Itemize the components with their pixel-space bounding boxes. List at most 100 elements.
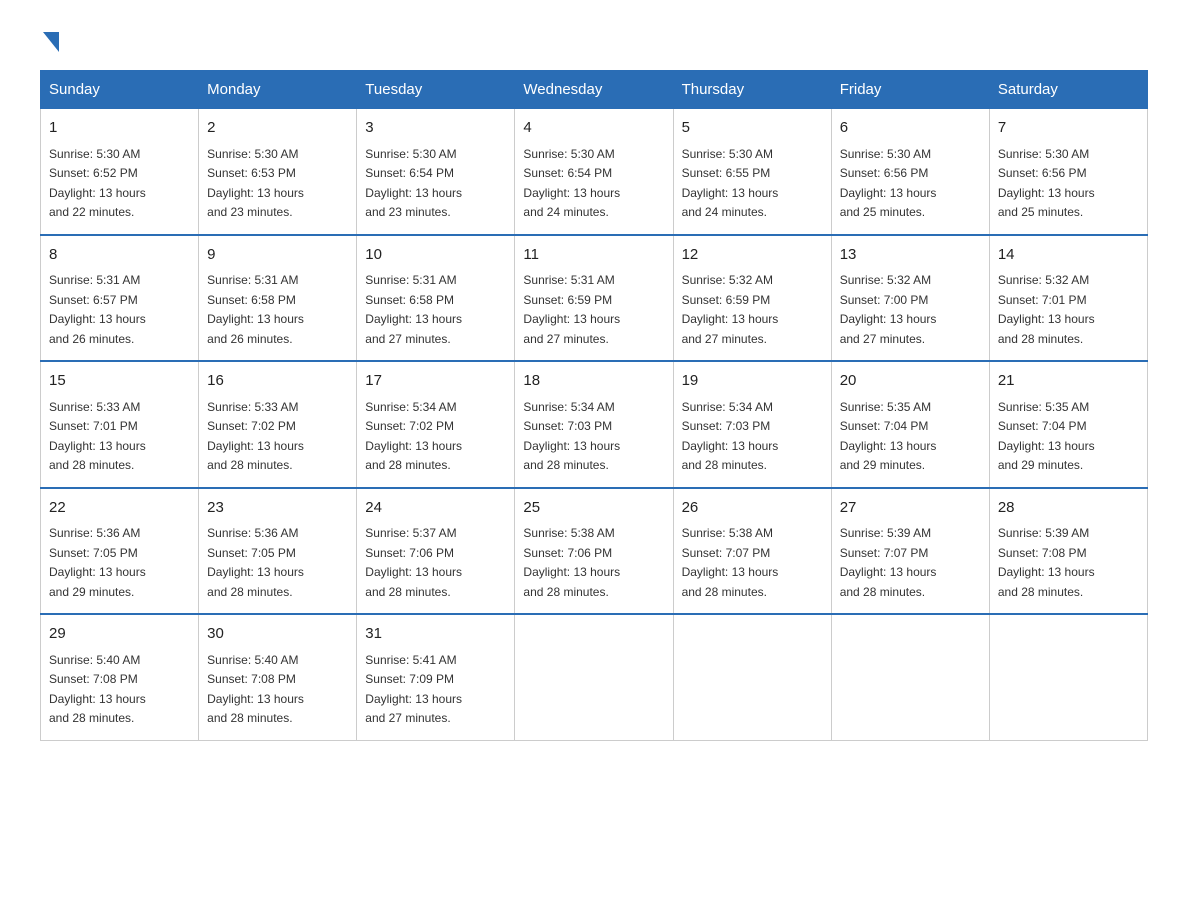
day-info: Sunrise: 5:39 AMSunset: 7:08 PMDaylight:… — [998, 526, 1095, 599]
calendar-cell: 14 Sunrise: 5:32 AMSunset: 7:01 PMDaylig… — [989, 235, 1147, 362]
calendar-week-1: 1 Sunrise: 5:30 AMSunset: 6:52 PMDayligh… — [41, 109, 1148, 235]
day-info: Sunrise: 5:34 AMSunset: 7:03 PMDaylight:… — [682, 400, 779, 473]
day-number: 18 — [523, 370, 664, 393]
calendar-cell: 30 Sunrise: 5:40 AMSunset: 7:08 PMDaylig… — [199, 614, 357, 740]
day-number: 14 — [998, 244, 1139, 267]
day-info: Sunrise: 5:30 AMSunset: 6:52 PMDaylight:… — [49, 147, 146, 220]
day-info: Sunrise: 5:30 AMSunset: 6:56 PMDaylight:… — [998, 147, 1095, 220]
day-number: 8 — [49, 244, 190, 267]
day-number: 17 — [365, 370, 506, 393]
day-info: Sunrise: 5:30 AMSunset: 6:54 PMDaylight:… — [523, 147, 620, 220]
day-info: Sunrise: 5:31 AMSunset: 6:58 PMDaylight:… — [365, 273, 462, 346]
day-number: 9 — [207, 244, 348, 267]
day-info: Sunrise: 5:32 AMSunset: 7:01 PMDaylight:… — [998, 273, 1095, 346]
day-info: Sunrise: 5:30 AMSunset: 6:53 PMDaylight:… — [207, 147, 304, 220]
calendar-cell: 12 Sunrise: 5:32 AMSunset: 6:59 PMDaylig… — [673, 235, 831, 362]
day-info: Sunrise: 5:32 AMSunset: 6:59 PMDaylight:… — [682, 273, 779, 346]
day-header-wednesday: Wednesday — [515, 71, 673, 109]
day-info: Sunrise: 5:35 AMSunset: 7:04 PMDaylight:… — [840, 400, 937, 473]
calendar-cell: 4 Sunrise: 5:30 AMSunset: 6:54 PMDayligh… — [515, 109, 673, 235]
day-info: Sunrise: 5:33 AMSunset: 7:02 PMDaylight:… — [207, 400, 304, 473]
day-info: Sunrise: 5:36 AMSunset: 7:05 PMDaylight:… — [49, 526, 146, 599]
page-header — [40, 30, 1148, 50]
day-info: Sunrise: 5:37 AMSunset: 7:06 PMDaylight:… — [365, 526, 462, 599]
day-header-sunday: Sunday — [41, 71, 199, 109]
day-number: 2 — [207, 117, 348, 140]
day-number: 4 — [523, 117, 664, 140]
calendar-cell: 9 Sunrise: 5:31 AMSunset: 6:58 PMDayligh… — [199, 235, 357, 362]
day-number: 6 — [840, 117, 981, 140]
day-number: 15 — [49, 370, 190, 393]
day-info: Sunrise: 5:40 AMSunset: 7:08 PMDaylight:… — [207, 653, 304, 726]
calendar-cell: 13 Sunrise: 5:32 AMSunset: 7:00 PMDaylig… — [831, 235, 989, 362]
day-number: 11 — [523, 244, 664, 267]
day-header-saturday: Saturday — [989, 71, 1147, 109]
calendar-cell: 29 Sunrise: 5:40 AMSunset: 7:08 PMDaylig… — [41, 614, 199, 740]
day-info: Sunrise: 5:30 AMSunset: 6:55 PMDaylight:… — [682, 147, 779, 220]
calendar-cell: 15 Sunrise: 5:33 AMSunset: 7:01 PMDaylig… — [41, 361, 199, 488]
calendar-week-4: 22 Sunrise: 5:36 AMSunset: 7:05 PMDaylig… — [41, 488, 1148, 615]
day-number: 3 — [365, 117, 506, 140]
day-number: 12 — [682, 244, 823, 267]
day-number: 19 — [682, 370, 823, 393]
day-number: 20 — [840, 370, 981, 393]
calendar-cell — [831, 614, 989, 740]
calendar-cell: 18 Sunrise: 5:34 AMSunset: 7:03 PMDaylig… — [515, 361, 673, 488]
calendar-cell: 26 Sunrise: 5:38 AMSunset: 7:07 PMDaylig… — [673, 488, 831, 615]
day-number: 25 — [523, 497, 664, 520]
day-info: Sunrise: 5:38 AMSunset: 7:07 PMDaylight:… — [682, 526, 779, 599]
calendar-cell: 6 Sunrise: 5:30 AMSunset: 6:56 PMDayligh… — [831, 109, 989, 235]
day-number: 27 — [840, 497, 981, 520]
day-number: 21 — [998, 370, 1139, 393]
calendar-cell: 5 Sunrise: 5:30 AMSunset: 6:55 PMDayligh… — [673, 109, 831, 235]
day-number: 24 — [365, 497, 506, 520]
calendar-cell: 3 Sunrise: 5:30 AMSunset: 6:54 PMDayligh… — [357, 109, 515, 235]
day-info: Sunrise: 5:33 AMSunset: 7:01 PMDaylight:… — [49, 400, 146, 473]
calendar-cell — [673, 614, 831, 740]
calendar-cell: 1 Sunrise: 5:30 AMSunset: 6:52 PMDayligh… — [41, 109, 199, 235]
logo — [40, 30, 62, 50]
calendar-cell: 25 Sunrise: 5:38 AMSunset: 7:06 PMDaylig… — [515, 488, 673, 615]
day-number: 26 — [682, 497, 823, 520]
calendar-table: SundayMondayTuesdayWednesdayThursdayFrid… — [40, 70, 1148, 741]
day-info: Sunrise: 5:30 AMSunset: 6:56 PMDaylight:… — [840, 147, 937, 220]
day-info: Sunrise: 5:31 AMSunset: 6:57 PMDaylight:… — [49, 273, 146, 346]
calendar-cell: 17 Sunrise: 5:34 AMSunset: 7:02 PMDaylig… — [357, 361, 515, 488]
calendar-cell: 20 Sunrise: 5:35 AMSunset: 7:04 PMDaylig… — [831, 361, 989, 488]
day-info: Sunrise: 5:35 AMSunset: 7:04 PMDaylight:… — [998, 400, 1095, 473]
day-header-friday: Friday — [831, 71, 989, 109]
calendar-week-5: 29 Sunrise: 5:40 AMSunset: 7:08 PMDaylig… — [41, 614, 1148, 740]
calendar-cell: 19 Sunrise: 5:34 AMSunset: 7:03 PMDaylig… — [673, 361, 831, 488]
calendar-cell: 8 Sunrise: 5:31 AMSunset: 6:57 PMDayligh… — [41, 235, 199, 362]
day-info: Sunrise: 5:30 AMSunset: 6:54 PMDaylight:… — [365, 147, 462, 220]
day-info: Sunrise: 5:31 AMSunset: 6:58 PMDaylight:… — [207, 273, 304, 346]
day-info: Sunrise: 5:34 AMSunset: 7:02 PMDaylight:… — [365, 400, 462, 473]
calendar-cell: 11 Sunrise: 5:31 AMSunset: 6:59 PMDaylig… — [515, 235, 673, 362]
day-number: 22 — [49, 497, 190, 520]
calendar-cell: 7 Sunrise: 5:30 AMSunset: 6:56 PMDayligh… — [989, 109, 1147, 235]
calendar-cell: 10 Sunrise: 5:31 AMSunset: 6:58 PMDaylig… — [357, 235, 515, 362]
calendar-body: 1 Sunrise: 5:30 AMSunset: 6:52 PMDayligh… — [41, 109, 1148, 741]
day-number: 7 — [998, 117, 1139, 140]
day-header-monday: Monday — [199, 71, 357, 109]
calendar-cell — [989, 614, 1147, 740]
calendar-cell: 31 Sunrise: 5:41 AMSunset: 7:09 PMDaylig… — [357, 614, 515, 740]
calendar-cell: 23 Sunrise: 5:36 AMSunset: 7:05 PMDaylig… — [199, 488, 357, 615]
day-number: 10 — [365, 244, 506, 267]
day-info: Sunrise: 5:31 AMSunset: 6:59 PMDaylight:… — [523, 273, 620, 346]
day-info: Sunrise: 5:40 AMSunset: 7:08 PMDaylight:… — [49, 653, 146, 726]
day-number: 23 — [207, 497, 348, 520]
calendar-cell: 22 Sunrise: 5:36 AMSunset: 7:05 PMDaylig… — [41, 488, 199, 615]
day-number: 1 — [49, 117, 190, 140]
day-info: Sunrise: 5:41 AMSunset: 7:09 PMDaylight:… — [365, 653, 462, 726]
day-info: Sunrise: 5:32 AMSunset: 7:00 PMDaylight:… — [840, 273, 937, 346]
calendar-cell: 24 Sunrise: 5:37 AMSunset: 7:06 PMDaylig… — [357, 488, 515, 615]
day-info: Sunrise: 5:36 AMSunset: 7:05 PMDaylight:… — [207, 526, 304, 599]
calendar-week-3: 15 Sunrise: 5:33 AMSunset: 7:01 PMDaylig… — [41, 361, 1148, 488]
day-info: Sunrise: 5:39 AMSunset: 7:07 PMDaylight:… — [840, 526, 937, 599]
day-header-thursday: Thursday — [673, 71, 831, 109]
day-number: 5 — [682, 117, 823, 140]
day-number: 29 — [49, 623, 190, 646]
calendar-cell: 21 Sunrise: 5:35 AMSunset: 7:04 PMDaylig… — [989, 361, 1147, 488]
day-number: 28 — [998, 497, 1139, 520]
